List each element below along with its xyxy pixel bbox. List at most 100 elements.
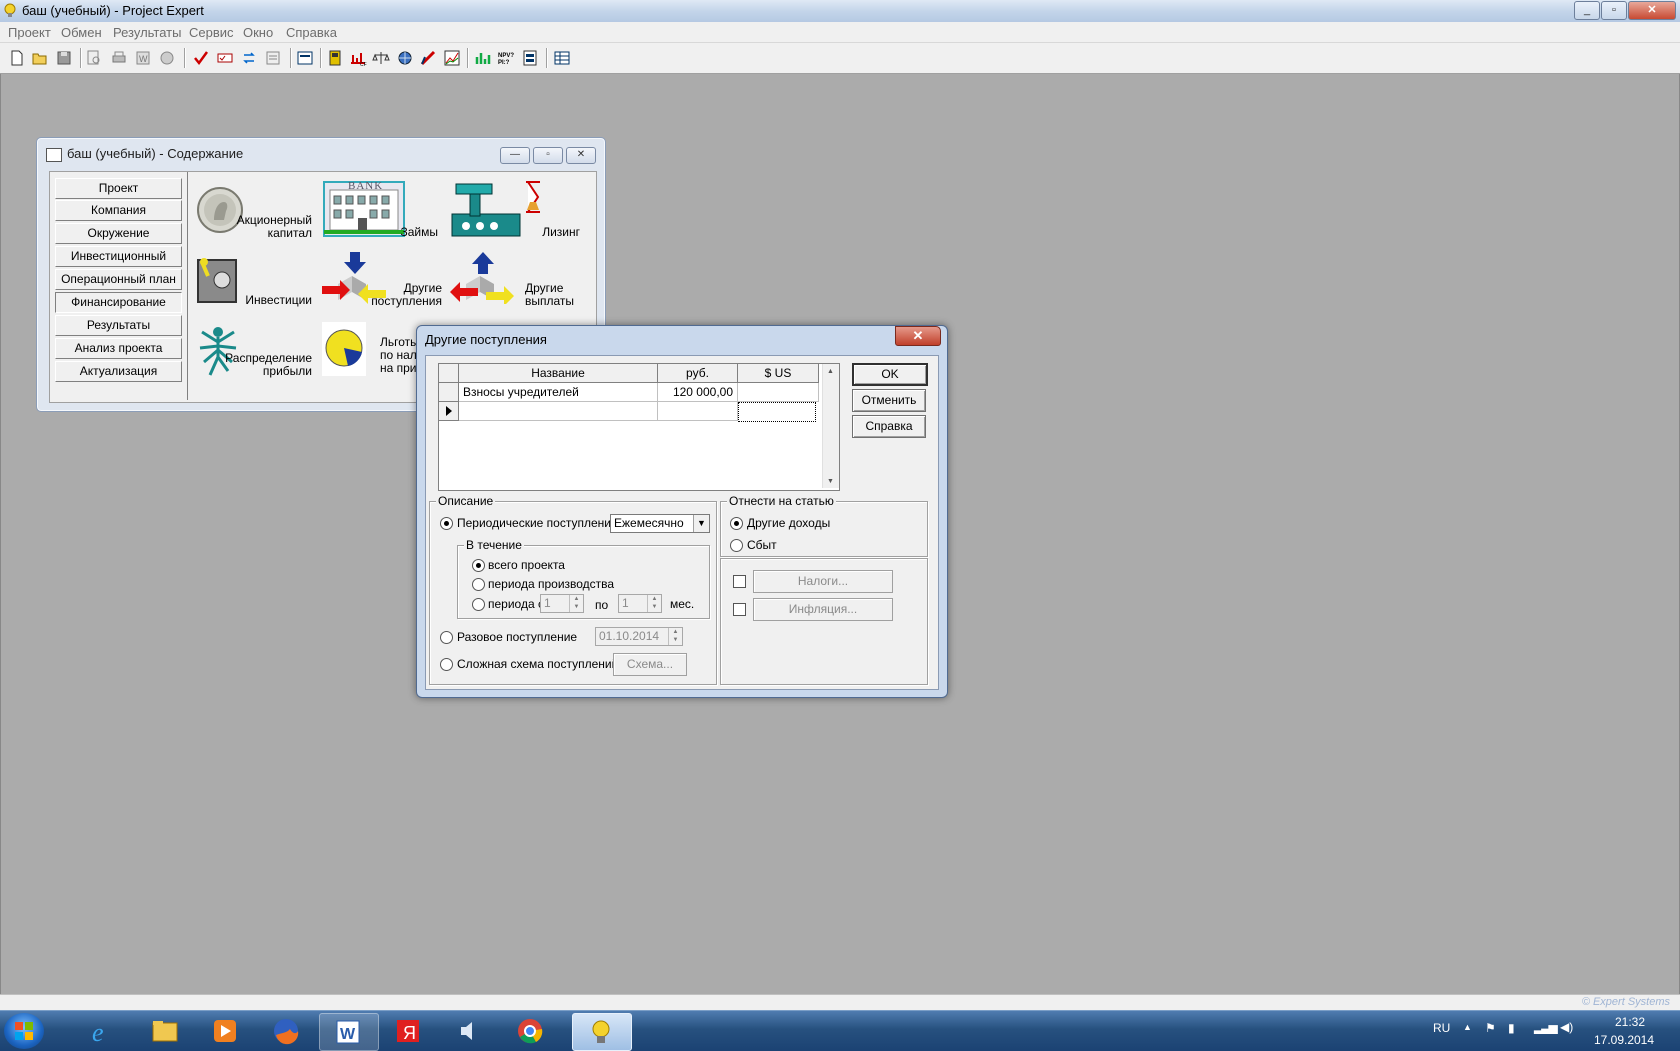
menu-project[interactable]: Проект [8, 25, 51, 40]
scroll-down-icon[interactable]: ▼ [827, 478, 834, 485]
inflation-checkbox[interactable] [733, 603, 746, 616]
nav-company[interactable]: Компания [55, 200, 182, 221]
grid-scrollbar[interactable]: ▲ ▼ [822, 364, 839, 488]
whole-project-radio[interactable] [472, 559, 485, 572]
print-icon[interactable] [110, 49, 128, 67]
sales-radio[interactable] [730, 539, 743, 552]
taskbar-word[interactable]: W [319, 1013, 379, 1051]
stepper-arrows-icon[interactable]: ▲ ▼ [647, 595, 661, 612]
col-name[interactable]: Название [459, 364, 658, 383]
scroll-up-icon[interactable]: ▲ [827, 368, 834, 375]
other-payments-item[interactable]: Другие выплаты [450, 252, 580, 312]
nav-project-analysis[interactable]: Анализ проекта [55, 338, 182, 359]
chart-icon[interactable] [443, 49, 461, 67]
taskbar-yandex[interactable]: Я [380, 1013, 438, 1049]
minimize-button[interactable]: _ [1574, 1, 1600, 20]
col-rub[interactable]: руб. [658, 364, 738, 383]
taxes-checkbox[interactable] [733, 575, 746, 588]
stepper-arrows-icon[interactable]: ▲ ▼ [569, 595, 583, 612]
globe-icon[interactable] [396, 49, 414, 67]
cancel-button[interactable]: Отменить [852, 389, 926, 412]
cashflow-icon[interactable]: CF [349, 49, 367, 68]
report-icon[interactable] [158, 49, 176, 67]
table-row-rub-new[interactable] [658, 402, 738, 421]
menu-exchange[interactable]: Обмен [61, 25, 102, 40]
complex-scheme-radio[interactable] [440, 658, 453, 671]
word-export-icon[interactable]: W [134, 49, 152, 67]
stepper-arrows-icon[interactable]: ▲ ▼ [668, 628, 682, 645]
other-income-dialog[interactable]: Другие поступления ✕ Название руб. $ US … [416, 325, 948, 698]
language-indicator[interactable]: RU [1433, 1021, 1450, 1035]
menu-results[interactable]: Результаты [113, 25, 181, 40]
nav-project[interactable]: Проект [55, 178, 182, 199]
battery-icon[interactable]: ▮ [1508, 1021, 1515, 1035]
calendar-icon[interactable] [326, 49, 344, 67]
scales-icon[interactable] [372, 49, 390, 67]
clock-time[interactable]: 21:32 [1603, 1015, 1657, 1029]
npv-icon[interactable]: NPV? PI:? [497, 49, 515, 67]
child-minimize-button[interactable]: — [500, 147, 530, 164]
nav-financing[interactable]: Финансирование [55, 292, 182, 313]
table-row-usd-new[interactable] [738, 402, 816, 422]
menu-window[interactable]: Окно [243, 25, 273, 40]
taskbar-firefox[interactable] [258, 1013, 316, 1049]
other-income-radio[interactable] [730, 517, 743, 530]
ruler-icon[interactable] [419, 49, 437, 67]
taskbar-speaker-app[interactable] [441, 1013, 499, 1049]
period-to-stepper[interactable]: 1 ▲ ▼ [618, 594, 662, 613]
help-button[interactable]: Справка [852, 415, 926, 438]
taxes-button[interactable]: Налоги... [753, 570, 893, 593]
taskbar-chrome[interactable] [502, 1013, 560, 1049]
new-file-icon[interactable] [8, 49, 26, 67]
nav-results[interactable]: Результаты [55, 315, 182, 336]
structure-icon[interactable] [521, 49, 539, 67]
leasing-item[interactable]: Лизинг [450, 180, 580, 240]
menu-service[interactable]: Сервис [189, 25, 234, 40]
ok-button[interactable]: OK [852, 363, 928, 386]
tax-benefits-item[interactable]: Льготы по нало на при [322, 322, 424, 382]
chevron-down-icon[interactable]: ▼ [693, 515, 709, 532]
nav-investment-plan[interactable]: Инвестиционный план [55, 246, 182, 282]
maximize-button[interactable]: ▫ [1601, 1, 1627, 20]
nav-actualization[interactable]: Актуализация [55, 361, 182, 382]
dialog-close-button[interactable]: ✕ [895, 326, 941, 346]
taskbar-ie[interactable]: e [76, 1013, 134, 1049]
one-time-radio[interactable] [440, 631, 453, 644]
taskbar-project-expert[interactable] [572, 1013, 632, 1051]
table-row-usd[interactable] [738, 383, 819, 402]
loop-icon[interactable] [240, 49, 258, 67]
check-icon[interactable] [192, 49, 210, 67]
network-icon[interactable]: ▂▃▅ [1534, 1020, 1558, 1034]
production-period-radio[interactable] [472, 578, 485, 591]
list-icon[interactable] [296, 49, 314, 67]
period-from-stepper[interactable]: 1 ▲ ▼ [540, 594, 584, 613]
loans-item[interactable]: BANK Займы [322, 180, 440, 240]
taskbar-media[interactable] [197, 1013, 255, 1049]
period-from-radio[interactable] [472, 598, 485, 611]
profit-distribution-item[interactable]: Распределение прибыли [196, 322, 316, 382]
table-row-rub[interactable]: 120 000,00 [658, 383, 738, 402]
open-folder-icon[interactable] [31, 49, 49, 67]
preview-icon[interactable] [85, 49, 103, 67]
child-restore-button[interactable]: ▫ [533, 147, 563, 164]
notes-icon[interactable] [264, 49, 282, 67]
close-button[interactable]: ✕ [1628, 1, 1676, 20]
table-row-name-new[interactable] [459, 402, 658, 421]
table-icon[interactable] [553, 49, 571, 67]
scheme-button[interactable]: Схема... [613, 653, 687, 676]
show-hidden-icons-icon[interactable]: ▲ [1463, 1022, 1472, 1032]
calc-icon[interactable] [216, 49, 234, 67]
table-row-name[interactable]: Взносы учредителей [459, 383, 658, 402]
col-usd[interactable]: $ US [738, 364, 819, 383]
inflation-button[interactable]: Инфляция... [753, 598, 893, 621]
flag-icon[interactable]: ⚑ [1485, 1021, 1496, 1035]
periodic-radio[interactable] [440, 517, 453, 530]
nav-operational-plan[interactable]: Операционный план [55, 269, 182, 290]
nav-environment[interactable]: Окружение [55, 223, 182, 244]
income-grid[interactable]: Название руб. $ US Взносы учредителей 12… [438, 363, 840, 491]
app-titlebar[interactable]: баш (учебный) - Project Expert _ ▫ ✕ [0, 0, 1680, 23]
periodicity-select[interactable]: Ежемесячно ▼ [610, 514, 710, 533]
other-income-item[interactable]: Другие поступления [322, 252, 442, 312]
clock-date[interactable]: 17.09.2014 [1586, 1033, 1662, 1047]
taskbar-explorer[interactable] [137, 1013, 195, 1049]
